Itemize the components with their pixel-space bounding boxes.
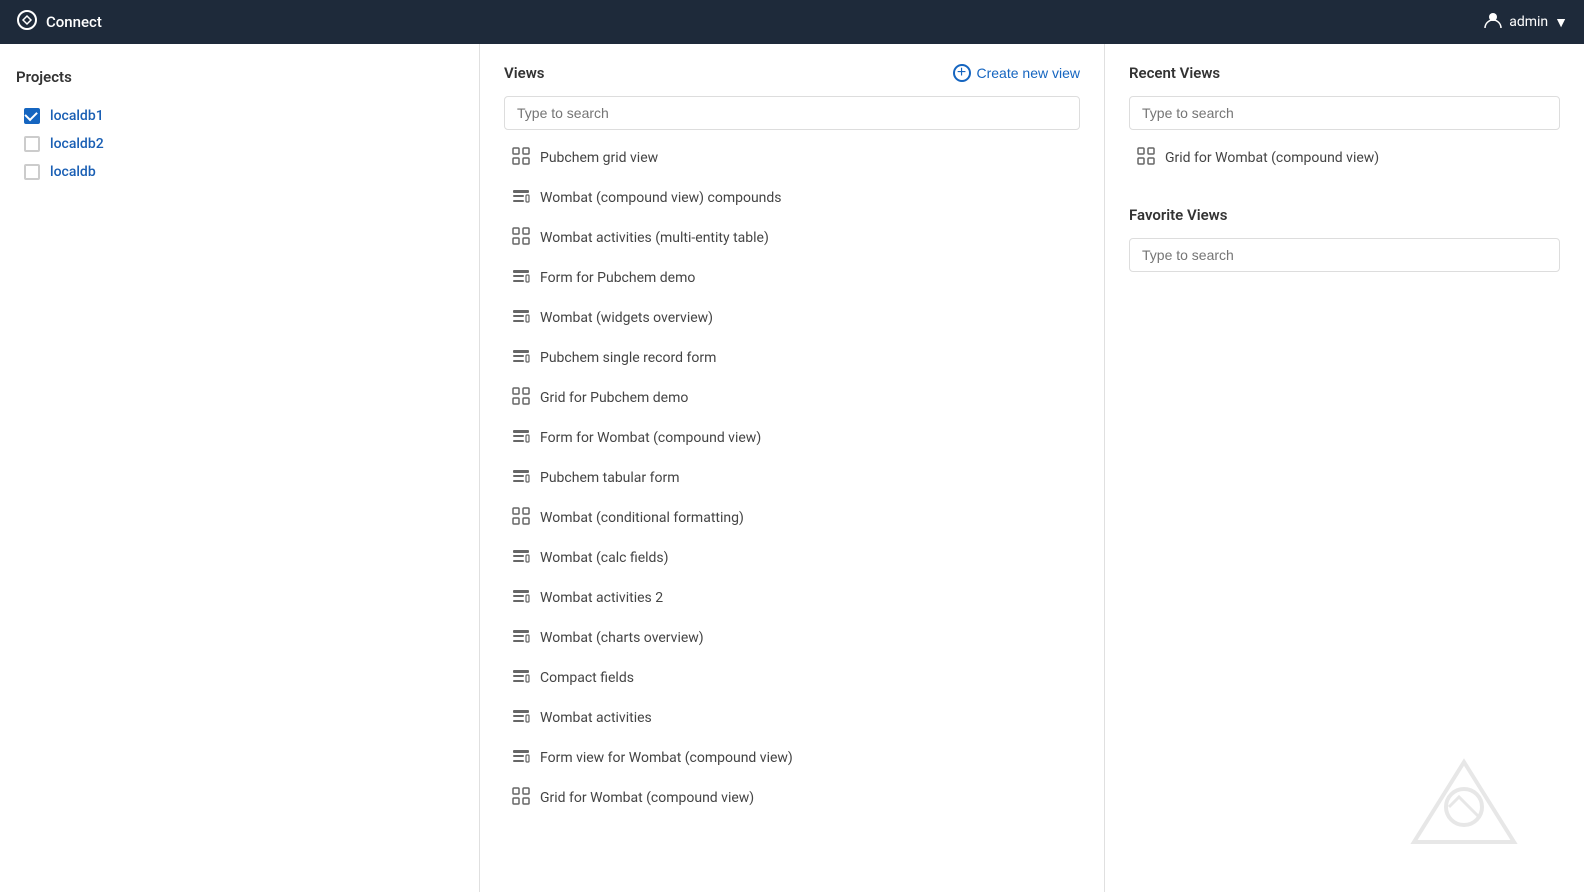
view-list-item[interactable]: Wombat (charts overview) [504, 618, 1080, 658]
view-name: Form for Pubchem demo [540, 270, 695, 286]
view-name: Wombat (conditional formatting) [540, 510, 744, 526]
form-view-icon [512, 587, 530, 609]
view-name: Form for Wombat (compound view) [540, 430, 761, 446]
user-dropdown-icon: ▼ [1554, 14, 1568, 31]
form-view-icon [512, 667, 530, 689]
favorite-views-section: Favorite Views [1129, 206, 1560, 280]
app-title: Connect [46, 13, 102, 31]
create-new-view-button[interactable]: + Create new view [953, 64, 1081, 82]
form-view-icon [512, 307, 530, 329]
view-name: Wombat (calc fields) [540, 550, 669, 566]
top-navbar: Connect admin ▼ [0, 0, 1584, 44]
project-checkbox[interactable] [24, 108, 40, 124]
view-list-item[interactable]: Grid for Wombat (compound view) [504, 778, 1080, 818]
view-list-item[interactable]: Form for Wombat (compound view) [504, 418, 1080, 458]
views-header: Views + Create new view [504, 64, 1080, 82]
grid-view-icon [512, 227, 530, 249]
view-list-item[interactable]: Compact fields [504, 658, 1080, 698]
recent-views-list: Grid for Wombat (compound view) [1129, 138, 1560, 178]
view-name: Form view for Wombat (compound view) [540, 750, 793, 766]
view-name: Wombat (charts overview) [540, 630, 704, 646]
form-view-icon [512, 747, 530, 769]
form-view-icon [512, 547, 530, 569]
view-list-item[interactable]: Wombat activities (multi-entity table) [504, 218, 1080, 258]
plus-circle-icon: + [953, 64, 971, 82]
project-checkbox[interactable] [24, 164, 40, 180]
view-list-item[interactable]: Wombat (compound view) compounds [504, 178, 1080, 218]
views-list: Pubchem grid view Wombat (compound view)… [504, 138, 1080, 818]
grid-view-icon [512, 787, 530, 809]
view-name: Wombat activities 2 [540, 590, 663, 606]
view-name: Wombat activities [540, 710, 652, 726]
form-view-icon [512, 347, 530, 369]
nav-brand: Connect [16, 9, 102, 36]
project-item[interactable]: localdb [16, 158, 463, 186]
projects-title: Projects [16, 68, 463, 86]
view-list-item[interactable]: Pubchem tabular form [504, 458, 1080, 498]
grid-view-icon [512, 507, 530, 529]
view-list-item[interactable]: Pubchem grid view [504, 138, 1080, 178]
form-view-icon [512, 427, 530, 449]
user-menu[interactable]: admin ▼ [1483, 10, 1568, 34]
projects-sidebar: Projects localdb1 localdb2 localdb [0, 44, 480, 892]
right-panel: Recent Views Grid for Wombat (compound v… [1104, 44, 1584, 892]
favorite-views-title: Favorite Views [1129, 206, 1560, 224]
project-name: localdb [50, 164, 96, 180]
view-list-item[interactable]: Form view for Wombat (compound view) [504, 738, 1080, 778]
user-avatar-icon [1483, 10, 1503, 34]
view-list-item[interactable]: Wombat (calc fields) [504, 538, 1080, 578]
view-name: Pubchem grid view [540, 150, 658, 166]
view-name: Wombat (compound view) compounds [540, 190, 782, 206]
grid-view-icon [512, 147, 530, 169]
form-view-icon [512, 187, 530, 209]
view-name: Pubchem single record form [540, 350, 716, 366]
favorite-views-search-input[interactable] [1129, 238, 1560, 272]
main-layout: Projects localdb1 localdb2 localdb Views +… [0, 44, 1584, 892]
view-name: Wombat (widgets overview) [540, 310, 713, 326]
recent-views-search-input[interactable] [1129, 96, 1560, 130]
view-list-item[interactable]: Wombat activities 2 [504, 578, 1080, 618]
project-item[interactable]: localdb1 [16, 102, 463, 130]
recent-view-name: Grid for Wombat (compound view) [1165, 150, 1379, 166]
form-view-icon [512, 267, 530, 289]
recent-views-title: Recent Views [1129, 64, 1560, 82]
form-view-icon [512, 707, 530, 729]
views-title: Views [504, 64, 545, 82]
view-name: Wombat activities (multi-entity table) [540, 230, 769, 246]
view-name: Grid for Wombat (compound view) [540, 790, 754, 806]
view-list-item[interactable]: Wombat (widgets overview) [504, 298, 1080, 338]
view-name: Compact fields [540, 670, 634, 686]
view-list-item[interactable]: Grid for Pubchem demo [504, 378, 1080, 418]
project-name: localdb1 [50, 108, 104, 124]
grid-view-icon [512, 387, 530, 409]
project-item[interactable]: localdb2 [16, 130, 463, 158]
app-logo-icon [16, 9, 38, 36]
views-panel: Views + Create new view Pubchem grid vie… [480, 44, 1104, 892]
grid-view-icon [1137, 147, 1155, 169]
project-name: localdb2 [50, 136, 104, 152]
form-view-icon [512, 467, 530, 489]
project-checkbox[interactable] [24, 136, 40, 152]
view-list-item[interactable]: Wombat (conditional formatting) [504, 498, 1080, 538]
views-search-input[interactable] [504, 96, 1080, 130]
projects-list: localdb1 localdb2 localdb [16, 102, 463, 186]
user-label: admin [1509, 14, 1548, 30]
form-view-icon [512, 627, 530, 649]
view-list-item[interactable]: Pubchem single record form [504, 338, 1080, 378]
view-list-item[interactable]: Form for Pubchem demo [504, 258, 1080, 298]
recent-view-item[interactable]: Grid for Wombat (compound view) [1129, 138, 1560, 178]
view-name: Grid for Pubchem demo [540, 390, 688, 406]
view-list-item[interactable]: Wombat activities [504, 698, 1080, 738]
view-name: Pubchem tabular form [540, 470, 680, 486]
create-new-view-label: Create new view [977, 65, 1081, 81]
